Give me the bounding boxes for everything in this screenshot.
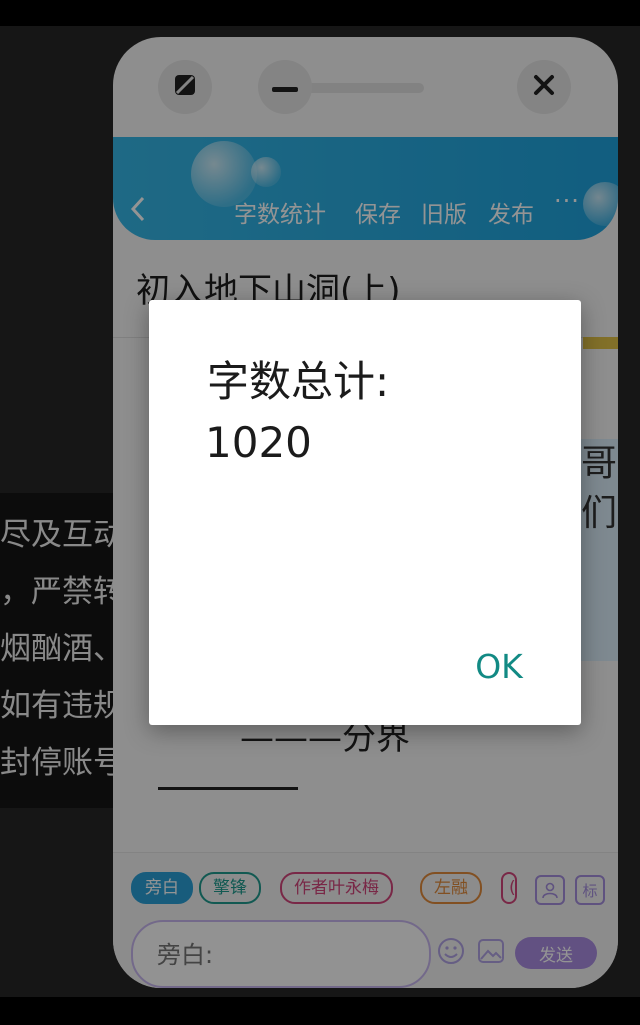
- word-count-value: 1020: [205, 418, 312, 467]
- ok-button[interactable]: OK: [449, 640, 549, 692]
- dialog-title: 字数总计:: [207, 357, 390, 406]
- word-count-dialog: 字数总计: 1020 OK: [149, 300, 581, 725]
